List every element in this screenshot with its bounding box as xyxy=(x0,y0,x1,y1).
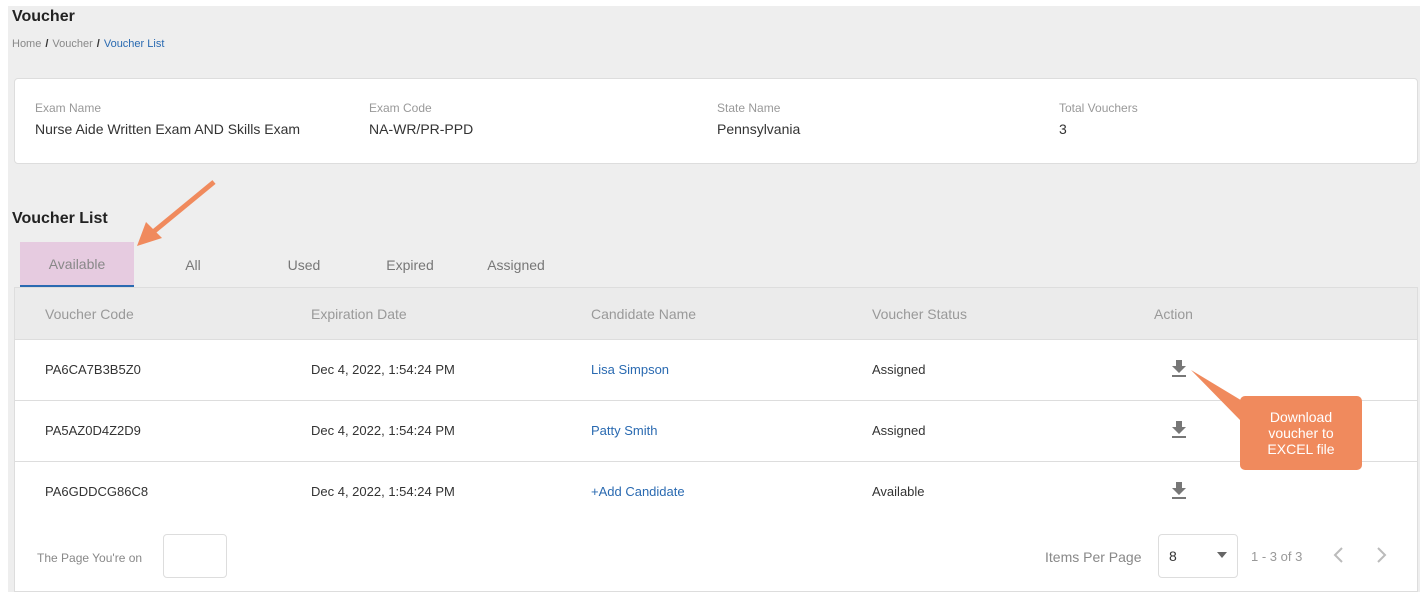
table-row: PA6CA7B3B5Z0 Dec 4, 2022, 1:54:24 PM Lis… xyxy=(15,340,1417,401)
table-row: PA5AZ0D4Z2D9 Dec 4, 2022, 1:54:24 PM Pat… xyxy=(15,401,1417,462)
state-name-label: State Name xyxy=(717,101,781,115)
total-vouchers-label: Total Vouchers xyxy=(1059,101,1138,115)
tab-all[interactable]: All xyxy=(134,242,252,287)
total-vouchers-value: 3 xyxy=(1059,121,1067,137)
page-number-input[interactable] xyxy=(163,534,227,578)
state-name-field: State Name Pennsylvania xyxy=(717,101,800,137)
voucher-code-cell: PA5AZ0D4Z2D9 xyxy=(45,423,141,438)
voucher-code-cell: PA6CA7B3B5Z0 xyxy=(45,362,141,377)
exam-info-card: Exam Name Nurse Aide Written Exam AND Sk… xyxy=(14,78,1418,164)
column-header-voucher-status: Voucher Status xyxy=(872,306,967,322)
voucher-code-cell: PA6GDDCG86C8 xyxy=(45,484,149,499)
voucher-status-cell: Assigned xyxy=(872,362,926,377)
breadcrumb-current: Voucher List xyxy=(103,38,165,50)
exam-code-value: NA-WR/PR-PPD xyxy=(369,121,474,137)
state-name-value: Pennsylvania xyxy=(717,121,801,137)
column-header-expiration-date: Expiration Date xyxy=(311,306,407,322)
breadcrumb: Home / Voucher / Voucher List xyxy=(12,38,164,50)
exam-name-value: Nurse Aide Written Exam AND Skills Exam xyxy=(35,121,301,137)
items-per-page-select[interactable]: 8 xyxy=(1158,534,1238,578)
tab-expired[interactable]: Expired xyxy=(356,242,464,287)
download-callout: Download voucher to EXCEL file xyxy=(1240,396,1362,470)
column-header-voucher-code: Voucher Code xyxy=(45,306,134,322)
chevron-right-icon[interactable] xyxy=(1371,543,1391,567)
exam-name-label: Exam Name xyxy=(35,101,102,115)
page-title: Voucher xyxy=(12,8,75,25)
column-header-action: Action xyxy=(1154,306,1193,322)
breadcrumb-separator: / xyxy=(45,38,49,50)
candidate-name-link[interactable]: Patty Smith xyxy=(591,423,657,438)
tab-assigned[interactable]: Assigned xyxy=(464,242,568,287)
caret-down-icon xyxy=(1217,552,1227,558)
expiration-date-cell: Dec 4, 2022, 1:54:24 PM xyxy=(311,423,455,438)
items-per-page-label: Items Per Page xyxy=(1045,549,1142,565)
tab-available[interactable]: Available xyxy=(20,242,134,287)
download-icon[interactable] xyxy=(1170,480,1188,500)
voucher-status-cell: Available xyxy=(872,484,925,499)
page-number-label: The Page You're on xyxy=(37,551,143,565)
breadcrumb-voucher[interactable]: Voucher xyxy=(52,38,92,50)
download-icon[interactable] xyxy=(1170,419,1188,439)
tab-used[interactable]: Used xyxy=(252,242,356,287)
candidate-name-link[interactable]: Lisa Simpson xyxy=(591,362,669,377)
expiration-date-cell: Dec 4, 2022, 1:54:24 PM xyxy=(311,484,455,499)
voucher-status-cell: Assigned xyxy=(872,423,926,438)
breadcrumb-home[interactable]: Home xyxy=(12,38,41,50)
voucher-table: Voucher Code Expiration Date Candidate N… xyxy=(14,287,1418,523)
voucher-tabs: Available All Used Expired Assigned xyxy=(20,242,568,287)
exam-code-field: Exam Code NA-WR/PR-PPD xyxy=(369,101,473,137)
column-header-candidate-name: Candidate Name xyxy=(591,306,697,322)
voucher-list-title: Voucher List xyxy=(12,210,108,227)
pagination-range: 1 - 3 of 3 xyxy=(1251,549,1303,564)
pagination-bar: The Page You're on Items Per Page 8 1 - … xyxy=(14,523,1418,592)
download-icon[interactable] xyxy=(1170,358,1188,378)
exam-code-label: Exam Code xyxy=(369,101,432,115)
items-per-page-value: 8 xyxy=(1169,548,1177,564)
table-header: Voucher Code Expiration Date Candidate N… xyxy=(15,288,1417,340)
exam-name-field: Exam Name Nurse Aide Written Exam AND Sk… xyxy=(35,101,300,137)
total-vouchers-field: Total Vouchers 3 xyxy=(1059,101,1138,137)
table-row: PA6GDDCG86C8 Dec 4, 2022, 1:54:24 PM +Ad… xyxy=(15,462,1417,523)
chevron-left-icon[interactable] xyxy=(1329,543,1349,567)
voucher-page: Voucher Home / Voucher / Voucher List Ex… xyxy=(8,6,1420,592)
add-candidate-link[interactable]: +Add Candidate xyxy=(591,484,685,499)
breadcrumb-separator: / xyxy=(96,38,100,50)
expiration-date-cell: Dec 4, 2022, 1:54:24 PM xyxy=(311,362,455,377)
